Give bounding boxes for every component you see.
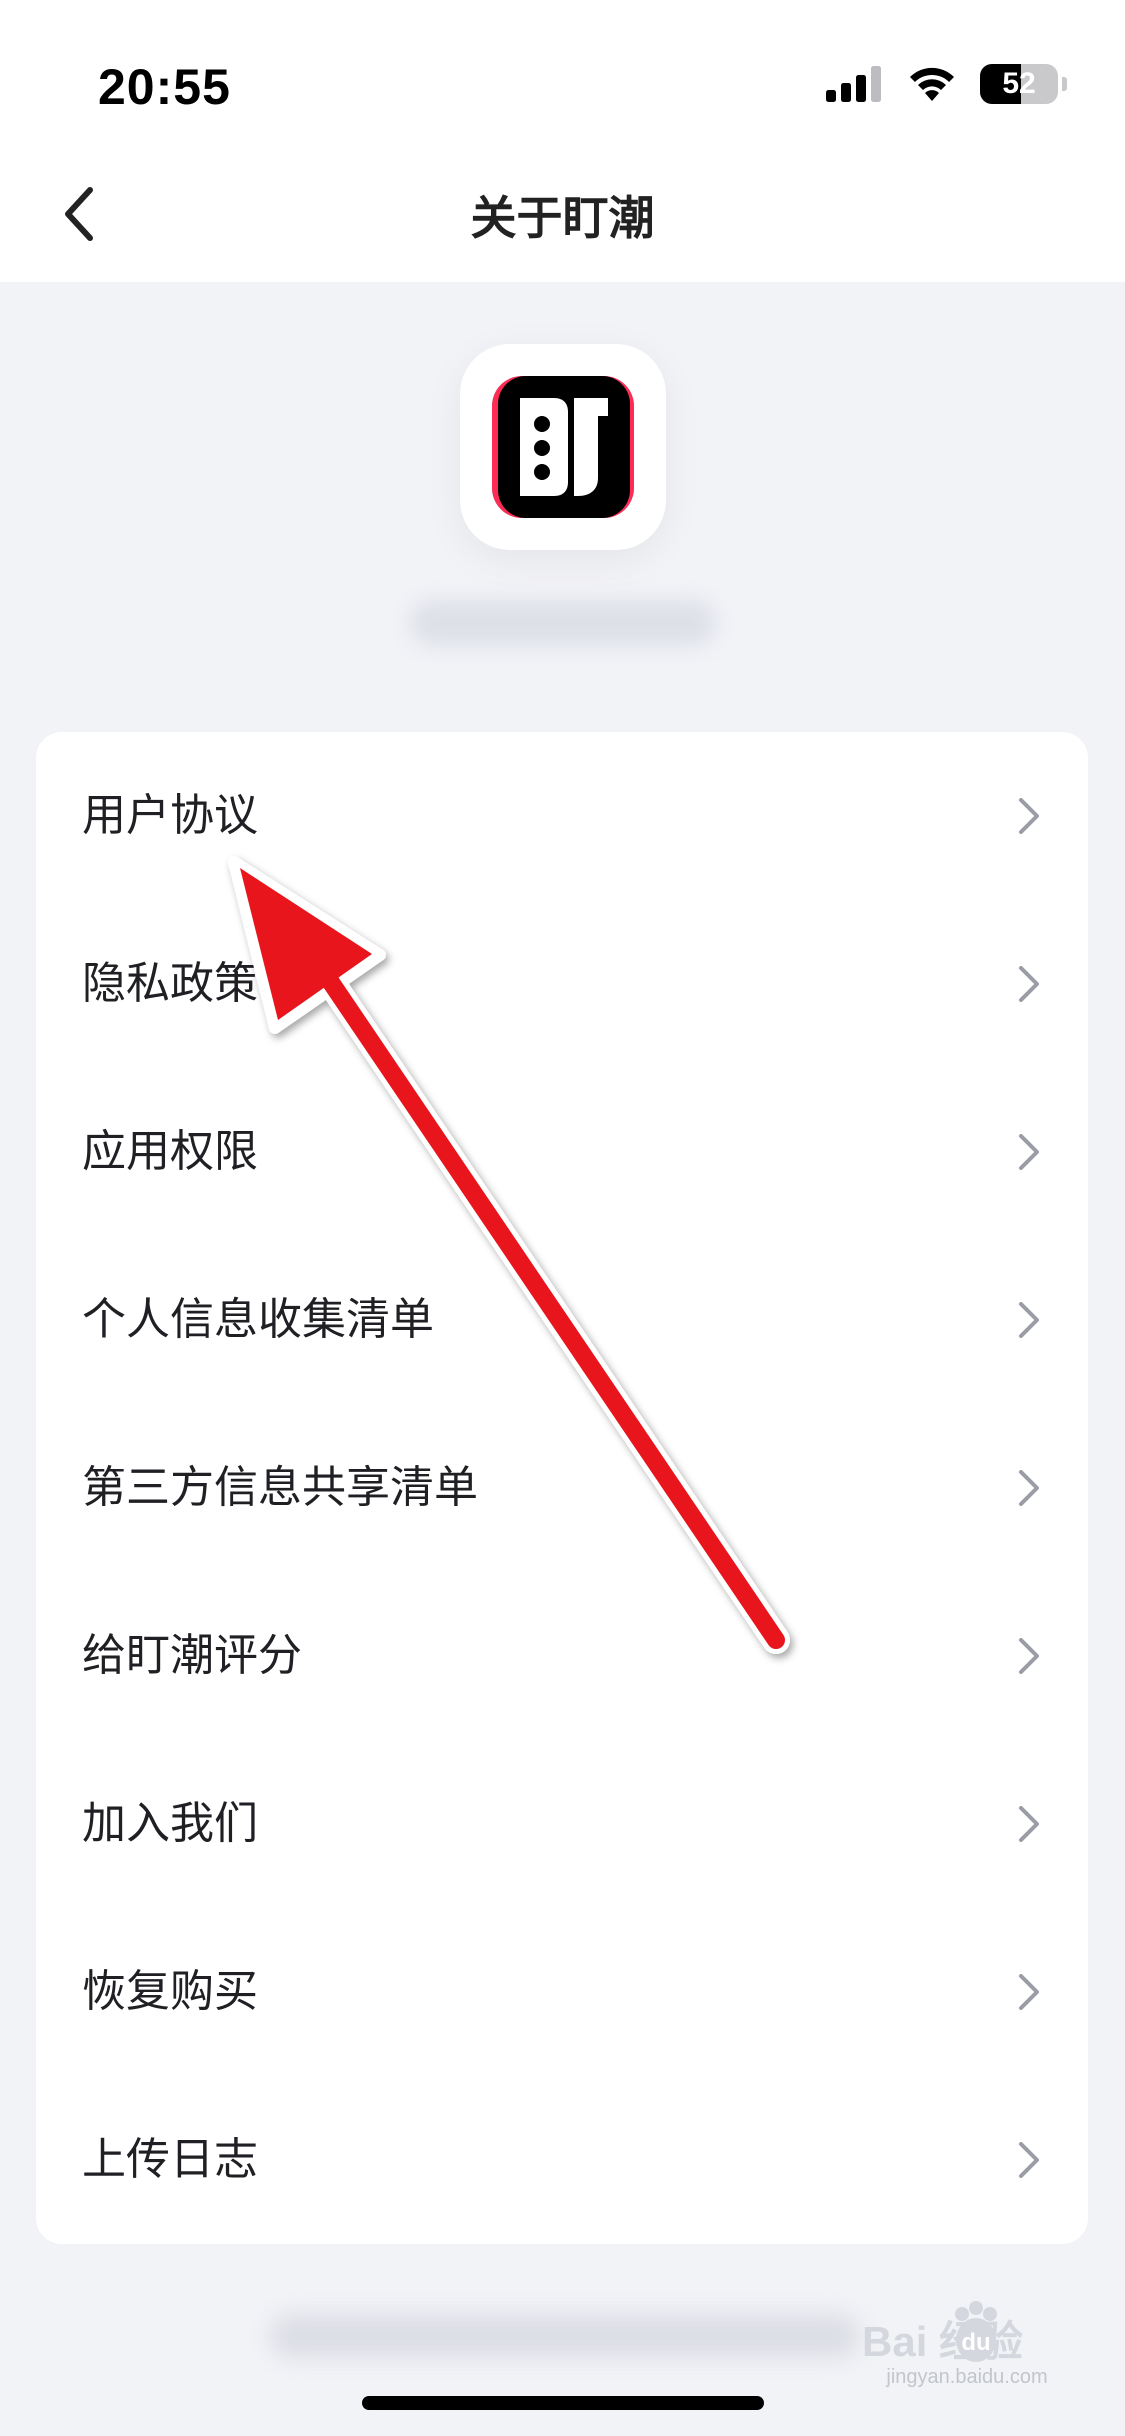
chevron-right-icon — [1019, 2142, 1039, 2178]
battery-level: 52 — [1002, 67, 1036, 100]
home-indicator[interactable] — [362, 2396, 764, 2410]
chevron-right-icon — [1019, 1806, 1039, 1842]
menu-item-3[interactable]: 个人信息收集清单 — [36, 1236, 1088, 1404]
app-icon — [460, 344, 666, 550]
page-title: 关于盯潮 — [470, 192, 655, 244]
watermark-logo-text: Bai 经验 — [862, 2318, 1023, 2365]
status-time: 20:55 — [98, 59, 231, 115]
status-icons: 52 — [826, 62, 1067, 106]
menu-item-2[interactable]: 应用权限 — [36, 1068, 1088, 1236]
menu-item-6[interactable]: 加入我们 — [36, 1740, 1088, 1908]
app-logo-icon — [492, 376, 634, 518]
battery-nub — [1062, 77, 1067, 91]
menu-item-label: 个人信息收集清单 — [82, 1295, 434, 1344]
chevron-right-icon — [1019, 798, 1039, 834]
menu-item-label: 恢复购买 — [82, 1967, 258, 2016]
menu-item-8[interactable]: 上传日志 — [36, 2076, 1088, 2244]
wifi-icon — [906, 65, 958, 103]
menu-item-0[interactable]: 用户协议 — [36, 732, 1088, 900]
menu-item-label: 用户协议 — [82, 791, 258, 840]
app-version-blurred — [410, 600, 716, 646]
chevron-right-icon — [1019, 1302, 1039, 1338]
menu-item-1[interactable]: 隐私政策 — [36, 900, 1088, 1068]
chevron-right-icon — [1019, 1134, 1039, 1170]
svg-text:du: du — [961, 2329, 990, 2356]
menu-item-label: 给盯潮评分 — [82, 1631, 302, 1680]
battery-icon: 52 — [980, 64, 1058, 104]
chevron-right-icon — [1019, 966, 1039, 1002]
menu-item-label: 加入我们 — [82, 1799, 258, 1848]
chevron-right-icon — [1019, 1470, 1039, 1506]
menu-item-5[interactable]: 给盯潮评分 — [36, 1572, 1088, 1740]
chevron-right-icon — [1019, 1974, 1039, 2010]
chevron-right-icon — [1019, 1638, 1039, 1674]
menu-item-label: 应用权限 — [82, 1127, 258, 1176]
menu-item-label: 隐私政策 — [82, 959, 258, 1008]
footer-links-blurred — [270, 2314, 860, 2358]
menu-card: 用户协议隐私政策应用权限个人信息收集清单 第三方信息共享清单 给盯潮评分加入我们恢复… — [36, 732, 1088, 2244]
menu-item-label: 上传日志 — [82, 2135, 258, 2184]
top-bar-area: 20:55 52 关于盯潮 — [0, 0, 1125, 282]
menu-item-label: 第三方信息共享清单 — [82, 1463, 478, 1512]
menu-item-7[interactable]: 恢复购买 — [36, 1908, 1088, 2076]
watermark-text: jingyan.baidu.com — [886, 2366, 1048, 2388]
signal-icon — [826, 66, 884, 102]
menu-item-4[interactable]: 第三方信息共享清单 — [36, 1404, 1088, 1572]
